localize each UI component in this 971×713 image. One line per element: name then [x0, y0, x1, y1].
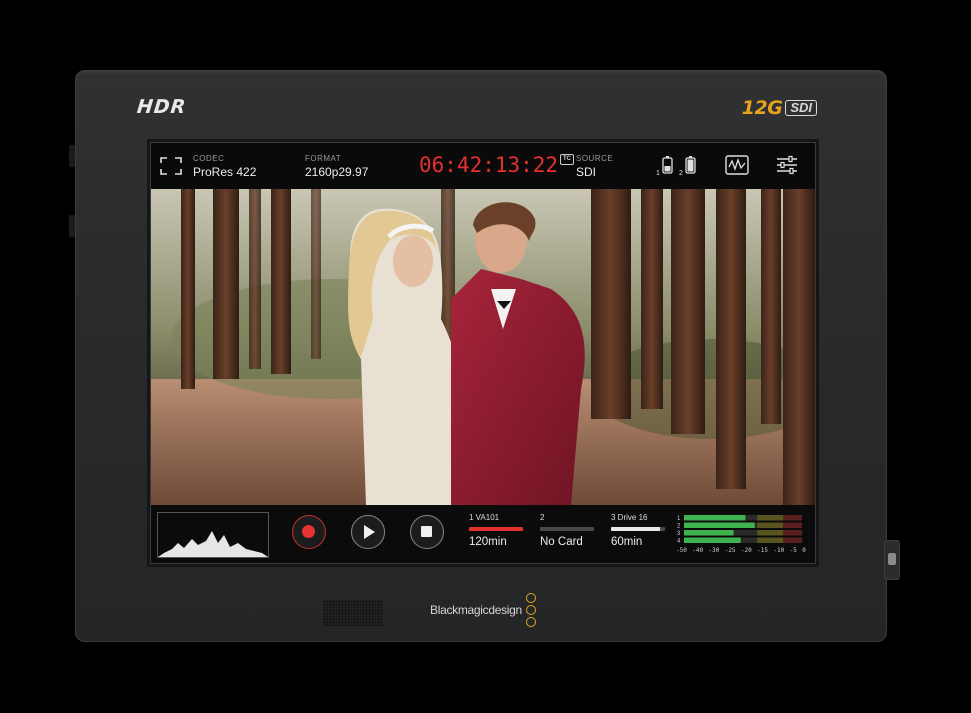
brand-mark-icon — [525, 593, 536, 627]
brand-name: Blackmagicdesign — [430, 603, 522, 617]
play-button[interactable] — [351, 515, 385, 549]
meter-scale-tick: -10 — [773, 547, 785, 554]
meter-channel-label-4: 4 — [677, 539, 681, 545]
format-value: 2160p29.97 — [305, 165, 369, 179]
transport-bar: 1 VA101 120min 2 No Card 3 Drive 16 60mi… — [151, 505, 815, 563]
meter-peak-zone-2 — [783, 522, 802, 528]
slot-1-progress — [469, 527, 523, 531]
tc-badge: TC — [560, 154, 574, 165]
histogram[interactable] — [157, 512, 269, 558]
play-icon — [364, 525, 375, 539]
meter-peak-zone-4 — [783, 537, 802, 543]
speaker-grille — [323, 600, 383, 626]
sdi-text: SDI — [785, 100, 817, 116]
meter-scale-tick: -20 — [740, 547, 752, 554]
meter-scale-tick: -5 — [789, 547, 797, 554]
meter-warn-zone-2 — [757, 522, 784, 528]
media-slot-3[interactable]: 3 Drive 16 60min — [611, 513, 669, 548]
slot-1-value: 120min — [469, 536, 507, 548]
meter-scale-tick: -15 — [757, 547, 769, 554]
slot-3-fill — [611, 527, 660, 531]
side-button-lower[interactable] — [69, 215, 75, 237]
stop-button[interactable] — [410, 515, 444, 549]
touchscreen: CODEC ProRes 422 FORMAT 2160p29.97 06:42… — [150, 142, 816, 564]
meter-level-3 — [684, 530, 734, 536]
meter-scale-tick: 0 — [802, 547, 806, 554]
record-icon — [302, 525, 315, 538]
codec-value: ProRes 422 — [193, 165, 257, 179]
meter-peak-zone-3 — [783, 530, 802, 536]
meter-warn-zone-3 — [757, 530, 784, 536]
waveform-scope-icon[interactable] — [725, 155, 749, 180]
codec-label: CODEC — [193, 154, 225, 163]
slot-2-label: 2 — [540, 513, 545, 522]
slot-2-value: No Card — [540, 536, 583, 548]
format-readout[interactable]: FORMAT 2160p29.97 — [305, 154, 368, 179]
meter-channel-label-1: 1 — [677, 516, 681, 522]
record-button[interactable] — [292, 515, 326, 549]
slot-3-progress — [611, 527, 665, 531]
stop-icon — [421, 526, 432, 537]
meter-channel-label-2: 2 — [677, 524, 681, 530]
12g-sdi-logo: 12G SDI — [742, 97, 817, 119]
meter-channel-label-3: 3 — [677, 531, 681, 537]
meter-warn-zone-4 — [757, 537, 784, 543]
source-value: SDI — [576, 165, 597, 179]
format-label: FORMAT — [305, 154, 342, 163]
slot-2-progress — [540, 527, 594, 531]
brand-logo: Blackmagicdesign — [430, 593, 536, 627]
slot-3-value: 60min — [611, 536, 643, 548]
media-slot-1[interactable]: 1 VA101 120min — [469, 513, 527, 548]
slot-3-label: 3 Drive 16 — [611, 513, 648, 522]
side-button-upper[interactable] — [69, 145, 75, 167]
source-label: SOURCE — [576, 154, 614, 163]
meter-scale-tick: -50 — [676, 547, 687, 554]
12g-text: 12G — [741, 97, 783, 119]
hdr-logo: HDR — [135, 96, 188, 118]
timecode-display[interactable]: 06:42:13:22 — [419, 153, 558, 177]
meter-warn-zone-1 — [757, 515, 784, 521]
source-readout[interactable]: SOURCE SDI — [576, 154, 613, 179]
meter-peak-zone-1 — [783, 515, 802, 521]
meter-scale-tick: -30 — [708, 547, 720, 554]
video-preview[interactable] — [151, 189, 815, 505]
media-slot-2[interactable]: 2 No Card — [540, 513, 598, 548]
battery-1-label: 1 — [656, 170, 660, 177]
battery-2-label: 2 — [679, 170, 683, 177]
meter-scale-tick: -25 — [724, 547, 736, 554]
battery-icon[interactable]: 1 2 — [655, 155, 699, 182]
audio-meter-scale: -50 -40 -30 -25 -20 -15 -10 -5 0 — [676, 547, 806, 554]
sdi-connector[interactable] — [884, 540, 900, 580]
meter-level-4 — [684, 537, 741, 543]
settings-sliders-icon[interactable] — [776, 155, 798, 180]
slot-1-fill — [469, 527, 523, 531]
meter-scale-tick: -40 — [692, 547, 704, 554]
codec-readout[interactable]: CODEC ProRes 422 — [193, 154, 256, 179]
video-frame-image — [151, 189, 815, 505]
top-status-bar: CODEC ProRes 422 FORMAT 2160p29.97 06:42… — [151, 143, 815, 189]
audio-meters[interactable]: 1234 -50 -40 -30 -25 -20 -15 -10 -5 0 — [676, 513, 806, 557]
fullscreen-icon[interactable] — [160, 157, 182, 180]
slot-1-label: 1 VA101 — [469, 513, 500, 522]
meter-level-1 — [684, 515, 746, 521]
monitor-device: HDR 12G SDI CODEC ProRes 422 FORMAT 2160… — [75, 70, 887, 642]
meter-level-2 — [684, 522, 755, 528]
